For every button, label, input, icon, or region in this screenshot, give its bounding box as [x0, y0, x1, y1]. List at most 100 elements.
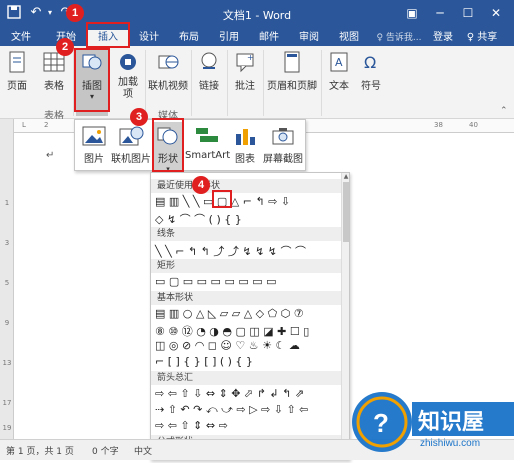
picture-label: 图片 [84, 154, 104, 165]
header-footer-icon [284, 51, 300, 73]
arrows-row[interactable]: ⇨ ⇦ ⇧ ⇩ ⇔ ⇕ ✥ ⬀ ↱ ↲ ↰ ⇗ [155, 387, 341, 401]
smartart-icon [196, 128, 218, 142]
basic-shapes-row[interactable]: ▤ ▥ ○ △ ◺ ▱ ▱ △ ◇ ⬠ ⬡ ⑦ [155, 307, 341, 321]
addins-label: 加载 项 [118, 77, 138, 100]
shapes-gallery: 最近使用的形状 ▤ ▥ ╲ ╲ ▭ ▢ △ ⌐ ↰ ⇨ ⇩ ◇ ↯ ⌒ ⌒ ( … [150, 172, 350, 460]
table-label: 表格 [44, 81, 64, 92]
picture-icon [82, 126, 106, 146]
arrows-heading: 箭头总汇 [151, 371, 341, 385]
links-label: 链接 [199, 81, 219, 92]
table-button[interactable]: 表格 [36, 50, 72, 92]
page-button[interactable]: 页面 [0, 50, 34, 92]
recent-shapes-row[interactable]: ◇ ↯ ⌒ ⌒ ( ) { } [155, 211, 341, 226]
links-button[interactable]: 链接 [192, 50, 226, 92]
basic-shapes-row[interactable]: ⌐ [ ] { } [ ] ( ) { } [155, 355, 341, 369]
tab-view[interactable]: 视图 [332, 30, 366, 46]
camera-icon [272, 128, 294, 145]
smartart-label: SmartArt [185, 150, 231, 161]
online-picture-label: 联机图片 [111, 154, 151, 165]
vertical-ruler: 1 3 5 9 13 17 19 [0, 119, 14, 439]
svg-text:+: + [247, 53, 254, 62]
ruler-tick: 3 [4, 239, 10, 247]
close-button[interactable]: ✕ [486, 4, 506, 22]
scroll-thumb[interactable] [343, 182, 349, 242]
online-picture-button[interactable]: 联机图片 [111, 122, 151, 170]
recent-shapes-row[interactable]: ▤ ▥ ╲ ╲ ▭ ▢ △ ⌐ ↰ ⇨ ⇩ [155, 195, 341, 209]
comment-button[interactable]: + 批注 [228, 50, 262, 92]
illustrations-menu: 图片 联机图片 形状 ▾ SmartArt 图表 屏幕截图 [74, 119, 306, 173]
header-footer-label: 页眉和页脚 [267, 81, 317, 92]
lines-heading: 线条 [151, 227, 341, 241]
maximize-button[interactable]: ☐ [458, 4, 478, 22]
text-button[interactable]: A 文本 [322, 50, 356, 92]
svg-text:A: A [335, 56, 343, 69]
login-link[interactable]: 登录 [430, 30, 456, 46]
watermark: ? 知识屋 zhishiwu.com [348, 380, 514, 460]
tab-file[interactable]: 文件 [4, 30, 38, 46]
picture-button[interactable]: 图片 [77, 122, 111, 170]
addins-button[interactable]: 加载 项 [112, 50, 144, 101]
ruler-tick: 9 [4, 319, 10, 327]
step-badge-2: 2 [56, 38, 74, 56]
rectangles-heading: 矩形 [151, 259, 341, 273]
ruler-tick: 40 [469, 121, 478, 129]
online-video-label: 联机视频 [148, 81, 188, 92]
chart-icon [236, 129, 255, 145]
rectangles-row[interactable]: ▭ ▢ ▭ ▭ ▭ ▭ ▭ ▭ ▭ [155, 275, 341, 289]
ruler-tick: 19 [2, 424, 12, 432]
symbols-label: 符号 [361, 81, 381, 92]
page-count[interactable]: 第 1 页，共 1 页 [6, 444, 74, 457]
arrows-row[interactable]: ⇢ ⇧ ↶ ↷ ⤺ ⤻ ⇨ ▷ ⇨ ⇩ ⇧ ⇦ [155, 403, 341, 417]
basic-shapes-row[interactable]: ⑧ ⑩ ⑫ ◔ ◑ ◓ ▢ ◫ ◪ ✚ ☐ ▯ [155, 323, 341, 338]
highlight-shapes [152, 118, 184, 172]
share-button[interactable]: ♀ 共享 [460, 30, 504, 46]
language-indicator[interactable]: 中文 [134, 444, 152, 457]
store-icon [120, 54, 136, 70]
chart-label: 图表 [235, 154, 255, 165]
screenshot-label: 屏幕截图 [263, 154, 303, 165]
scroll-up-icon[interactable]: ▲ [342, 173, 349, 180]
tab-references[interactable]: 引用 [212, 30, 246, 46]
minimize-button[interactable]: ─ [430, 4, 450, 22]
page-label: 页面 [7, 81, 27, 92]
ruler-tick: L [22, 121, 26, 129]
ruler-tick: 2 [44, 121, 49, 129]
word-count[interactable]: 0 个字 [92, 444, 119, 457]
tab-design[interactable]: 设计 [132, 30, 166, 46]
tab-mailings[interactable]: 邮件 [252, 30, 286, 46]
lines-row[interactable]: ╲ ╲ ⌐ ↰ ↰ ⤴ ⤴ ↯ ↯ ↯ ⌒ ⌒ [155, 243, 341, 258]
collapse-ribbon-icon[interactable]: ⌃ [500, 106, 508, 116]
tab-layout[interactable]: 布局 [172, 30, 206, 46]
tab-review[interactable]: 审阅 [292, 30, 326, 46]
comment-label: 批注 [235, 81, 255, 92]
tell-me-search[interactable]: ♀ 告诉我... [370, 30, 428, 46]
arrows-row[interactable]: ⇨ ⇦ ⇧ ⇕ ⇔ ⇨ [155, 419, 341, 433]
link-icon [201, 52, 217, 69]
symbols-button[interactable]: Ω 符号 [356, 50, 386, 92]
ruler-tick: 13 [2, 359, 12, 367]
ruler-tick: 38 [434, 121, 443, 129]
chart-button[interactable]: 图表 [231, 122, 259, 170]
header-footer-button[interactable]: 页眉和页脚 [264, 50, 320, 92]
omega-icon: Ω [364, 53, 376, 72]
globe-video-icon [158, 55, 179, 69]
comment-icon: + [236, 53, 254, 73]
step-badge-1: 1 [66, 4, 84, 22]
ribbon-tabs: 文件 开始 插入 设计 布局 引用 邮件 审阅 视图 ♀ 告诉我... 登录 ♀… [0, 28, 514, 46]
textbox-icon: A [330, 52, 348, 72]
basic-shapes-row[interactable]: ◫ ◎ ⊘ ◠ ◻ ☺ ♡ ♨ ☀ ☾ ☁ [155, 339, 341, 353]
smartart-button[interactable]: SmartArt [185, 122, 231, 170]
watermark-url: zhishiwu.com [420, 438, 481, 449]
screenshot-button[interactable]: 屏幕截图 [261, 122, 305, 170]
ruler-tick: 1 [4, 199, 10, 207]
svg-text:?: ? [373, 408, 389, 438]
watermark-brand: 知识屋 [418, 410, 485, 435]
ruler-tick: 17 [2, 399, 12, 407]
highlight-rectangle-shape [212, 190, 232, 208]
step-badge-3: 3 [130, 108, 148, 126]
ribbon-display-icon[interactable]: ▣ [402, 4, 422, 22]
online-picture-icon [119, 126, 144, 146]
recent-shapes-heading: 最近使用的形状 [151, 179, 341, 193]
page-icon [9, 51, 25, 73]
online-video-button[interactable]: 联机视频 [146, 50, 190, 92]
